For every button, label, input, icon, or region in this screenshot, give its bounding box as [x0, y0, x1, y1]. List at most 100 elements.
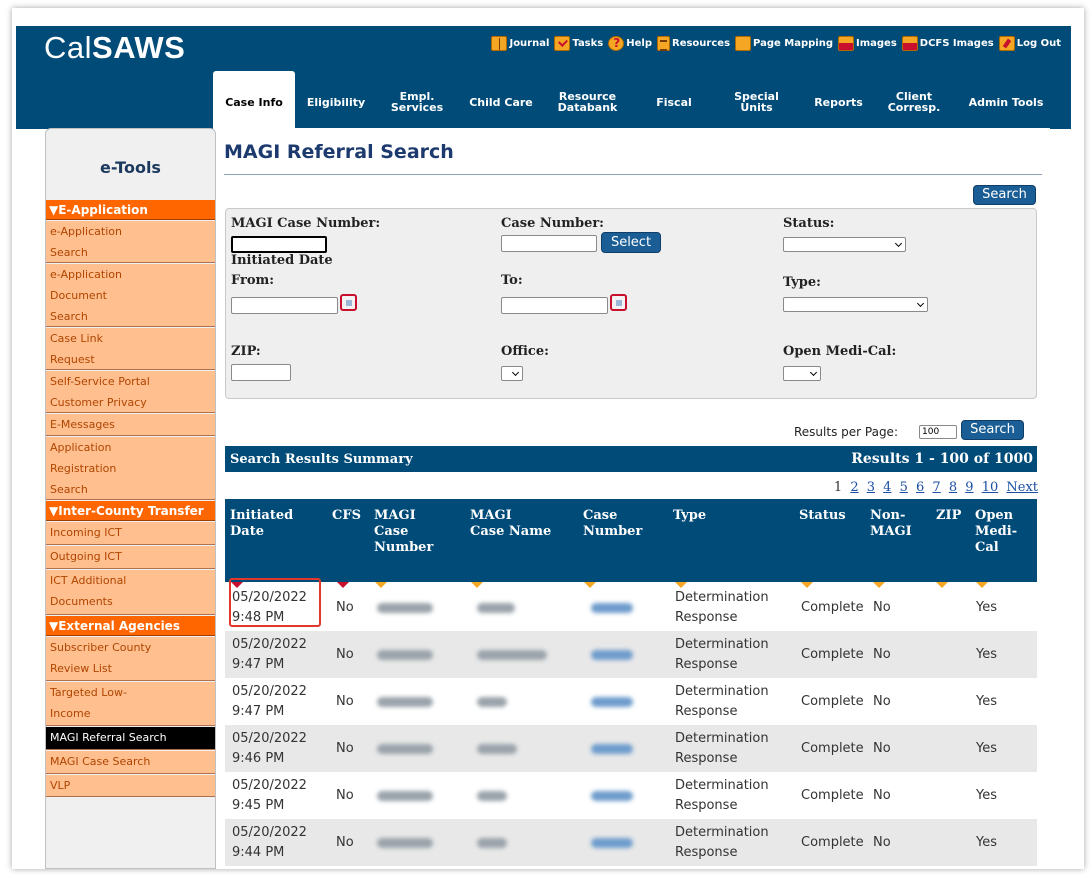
case-number-link-redacted[interactable] — [591, 744, 633, 754]
sidebar-item-self-service-portal[interactable]: Self-Service Portal Customer Privacy — [46, 371, 215, 413]
magi-case-name-redacted — [477, 744, 517, 754]
sidebar-category-e-application[interactable]: ▼E-Application — [46, 200, 215, 220]
images-link[interactable]: Images — [837, 36, 897, 51]
from-date-input[interactable] — [231, 297, 338, 314]
select-button[interactable]: Select — [601, 232, 661, 253]
tasks-link[interactable]: Tasks — [554, 36, 603, 51]
initiated-date-cell: 05/20/2022 9:47 PM — [232, 637, 307, 672]
help-link[interactable]: Help — [608, 36, 652, 51]
case-number-link-redacted[interactable] — [591, 650, 633, 660]
case-number-link-redacted[interactable] — [591, 603, 633, 613]
magi-case-number-redacted[interactable] — [377, 744, 433, 754]
table-row[interactable]: 05/20/2022 9:46 PM No Determination Respon… — [225, 725, 1037, 772]
sidebar-item-targeted-low-income[interactable]: Targeted Low- Income — [46, 682, 215, 726]
page-9-link[interactable]: 9 — [965, 480, 973, 495]
journal-link[interactable]: Journal — [491, 36, 549, 51]
page-8-link[interactable]: 8 — [949, 480, 957, 495]
calsaws-logo: CalSAWS — [44, 30, 186, 65]
dcfs-images-link[interactable]: DCFS Images — [901, 36, 994, 51]
page-6-link[interactable]: 6 — [916, 480, 924, 495]
resources-link[interactable]: Resources — [657, 36, 730, 51]
col-type[interactable]: Type — [673, 508, 706, 524]
next-page-link[interactable]: Next — [1006, 480, 1038, 495]
sidebar-item-case-link-request[interactable]: Case Link Request — [46, 328, 215, 370]
sidebar-item-outgoing-ict[interactable]: Outgoing ICT — [46, 546, 215, 569]
cfs-cell: No — [336, 788, 354, 803]
open-medi-cal-select[interactable] — [783, 366, 821, 381]
sidebar-item-ict-additional-documents[interactable]: ICT Additional Documents — [46, 570, 215, 615]
sidebar-item-e-messages[interactable]: E-Messages — [46, 414, 215, 436]
page-5-link[interactable]: 5 — [900, 480, 908, 495]
sidebar-item-e-application-search[interactable]: e-Application Search — [46, 221, 215, 263]
tab-eligibility[interactable]: Eligibility — [301, 71, 371, 129]
results-summary-bar: Search Results Summary Results 1 - 100 o… — [225, 446, 1037, 472]
sidebar-item-vlp[interactable]: VLP — [46, 775, 215, 797]
search-button-results[interactable]: Search — [961, 420, 1024, 440]
tab-empl-services[interactable]: Empl. Services — [382, 71, 452, 129]
sidebar-item-incoming-ict[interactable]: Incoming ICT — [46, 522, 215, 545]
page-3-link[interactable]: 3 — [867, 480, 875, 495]
magi-case-number-redacted[interactable] — [377, 838, 433, 848]
case-number-link-redacted[interactable] — [591, 697, 633, 707]
cfs-cell: No — [336, 647, 354, 662]
magi-case-number-redacted[interactable] — [377, 791, 433, 801]
page-mapping-link[interactable]: Page Mapping — [735, 36, 833, 51]
magi-case-number-redacted[interactable] — [377, 650, 433, 660]
col-cfs[interactable]: CFS — [332, 508, 361, 524]
tab-admin-tools[interactable]: Admin Tools — [966, 71, 1046, 129]
page-2-link[interactable]: 2 — [850, 480, 858, 495]
magi-case-number-redacted[interactable] — [377, 697, 433, 707]
col-zip[interactable]: ZIP — [936, 508, 961, 524]
table-row[interactable]: 05/20/2022 9:47 PM No Determination Respon… — [225, 678, 1037, 725]
sidebar-item-application-registration-search[interactable]: Application Registration Search — [46, 437, 215, 500]
open-medi-cal-cell: Yes — [976, 788, 997, 803]
table-row[interactable]: 05/20/2022 9:44 PM No Determination Respon… — [225, 819, 1037, 866]
case-number-link-redacted[interactable] — [591, 791, 633, 801]
status-cell: Complete — [801, 600, 864, 615]
page-7-link[interactable]: 7 — [932, 480, 940, 495]
to-calendar-icon[interactable] — [610, 294, 627, 311]
case-number-input[interactable] — [501, 235, 597, 252]
sidebar-item-e-application-document-search[interactable]: e-Application Document Search — [46, 264, 215, 327]
table-row[interactable]: 05/20/2022 9:48 PM No Determination Respon… — [225, 584, 1037, 631]
magi-case-number-input[interactable] — [231, 236, 327, 253]
sidebar-item-subscriber-county-review-list[interactable]: Subscriber County Review List — [46, 637, 215, 681]
tab-special-units[interactable]: Special Units — [724, 71, 789, 129]
col-open-medi-cal[interactable]: Open Medi- Cal — [975, 508, 1017, 556]
case-number-link-redacted[interactable] — [591, 838, 633, 848]
type-cell: Determination Response — [675, 778, 769, 813]
search-button-top[interactable]: Search — [973, 185, 1036, 205]
col-magi-case-number[interactable]: MAGI Case Number — [374, 508, 433, 556]
col-status[interactable]: Status — [799, 508, 846, 524]
initiated-date-label: Initiated Date — [231, 253, 333, 268]
pagination: 1 2 3 4 5 6 7 8 9 10 Next — [830, 480, 1038, 495]
col-initiated-date[interactable]: Initiated Date — [230, 508, 293, 540]
col-magi-case-name[interactable]: MAGI Case Name — [470, 508, 551, 540]
tab-fiscal[interactable]: Fiscal — [644, 71, 704, 129]
status-select[interactable] — [783, 237, 906, 252]
office-select[interactable] — [501, 366, 523, 381]
table-row[interactable]: 05/20/2022 9:47 PM No Determination Respon… — [225, 631, 1037, 678]
tab-reports[interactable]: Reports — [806, 71, 871, 129]
page-10-link[interactable]: 10 — [982, 480, 999, 495]
logout-link[interactable]: Log Out — [998, 36, 1061, 51]
col-non-magi[interactable]: Non- MAGI — [870, 508, 912, 540]
sidebar-category-inter-county-transfer[interactable]: ▼Inter-County Transfer — [46, 501, 215, 521]
magi-case-number-redacted[interactable] — [377, 603, 433, 613]
from-calendar-icon[interactable] — [340, 294, 357, 311]
sidebar-item-magi-referral-search[interactable]: MAGI Referral Search — [46, 727, 215, 750]
col-case-number[interactable]: Case Number — [583, 508, 642, 540]
zip-input[interactable] — [231, 364, 291, 381]
tab-resource-databank[interactable]: Resource Databank — [550, 71, 625, 129]
page-4-link[interactable]: 4 — [883, 480, 891, 495]
tab-client-corresp[interactable]: Client Corresp. — [879, 71, 949, 129]
to-date-input[interactable] — [501, 297, 608, 314]
type-select[interactable] — [783, 297, 928, 312]
cfs-cell: No — [336, 694, 354, 709]
results-per-page-select[interactable]: 100 — [919, 425, 957, 439]
sidebar-category-external-agencies[interactable]: ▼External Agencies — [46, 616, 215, 636]
table-row[interactable]: 05/20/2022 9:45 PM No Determination Respon… — [225, 772, 1037, 819]
tab-case-info[interactable]: Case Info — [213, 71, 295, 129]
sidebar-item-magi-case-search[interactable]: MAGI Case Search — [46, 751, 215, 774]
tab-child-care[interactable]: Child Care — [466, 71, 536, 129]
